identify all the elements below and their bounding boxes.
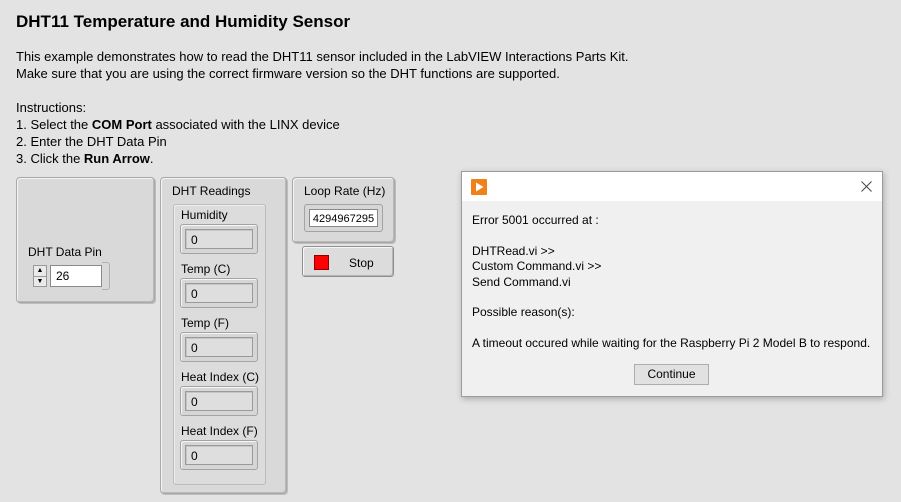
dialog-titlebar [462,172,882,201]
page-title: DHT11 Temperature and Humidity Sensor [16,12,351,31]
temp-c-indicator: 0 [180,278,258,308]
dht-pin-stepper[interactable]: ▲ ▼ [33,265,47,287]
heat-index-c-value: 0 [185,391,253,411]
temp-f-value: 0 [185,337,253,357]
error-dialog: Error 5001 occurred at : DHTRead.vi >> C… [461,171,883,397]
temp-c-value: 0 [185,283,253,303]
instruction-step-2: 2. Enter the DHT Data Pin [16,134,167,149]
step-1-prefix: 1. Select the [16,117,92,132]
instructions-heading: Instructions: [16,100,87,115]
temp-c-label: Temp (C) [181,262,231,276]
dht-pin-label: DHT Data Pin [28,245,102,259]
reason-heading: Possible reason(s): [472,305,575,319]
continue-button[interactable]: Continue [634,364,709,385]
loop-rate-panel: Loop Rate (Hz) 4294967295 [292,177,395,243]
dialog-body: Error 5001 occurred at : DHTRead.vi >> C… [472,213,870,351]
error-line: Error 5001 occurred at : [472,213,599,227]
step-3-suffix: . [149,151,154,166]
dht-pin-panel: DHT Data Pin ▲ ▼ 26 [16,177,155,303]
instruction-step-3: 3. Click the Run Arrow. [16,151,154,166]
humidity-label: Humidity [181,208,228,222]
decrement-icon[interactable]: ▼ [34,277,46,286]
stop-led-icon [314,255,329,270]
step-3-prefix: 3. Click the [16,151,84,166]
heat-index-f-value: 0 [185,445,253,465]
humidity-value: 0 [185,229,253,249]
readings-title: DHT Readings [172,184,251,198]
labview-icon [471,179,487,195]
temp-f-label: Temp (F) [181,316,229,330]
heat-index-c-indicator: 0 [180,386,258,416]
readings-cluster: Humidity 0 Temp (C) 0 Temp (F) 0 Heat In… [173,204,266,485]
humidity-indicator: 0 [180,224,258,254]
reason-text: A timeout occured while waiting for the … [472,335,871,350]
temp-f-indicator: 0 [180,332,258,362]
step-1-suffix: associated with the LINX device [151,117,340,132]
dht-pin-input[interactable]: 26 [50,265,102,287]
step-3-bold: Run Arrow [83,151,150,166]
instruction-step-1: 1. Select the COM Port associated with t… [16,117,340,132]
loop-rate-control[interactable]: 4294967295 [304,204,383,232]
heat-index-f-indicator: 0 [180,440,258,470]
description-line-1: This example demonstrates how to read th… [16,49,629,64]
call-chain-line: DHTRead.vi >> [472,243,555,258]
stop-button[interactable]: Stop [302,246,394,277]
loop-rate-input[interactable]: 4294967295 [309,209,378,227]
heat-index-f-label: Heat Index (F) [181,424,258,438]
loop-rate-label: Loop Rate (Hz) [304,184,386,198]
dht-readings-panel: DHT Readings Humidity 0 Temp (C) 0 Temp … [160,177,287,494]
dht-pin-frame [102,262,110,290]
call-chain-line: Custom Command.vi >> [472,259,602,273]
description-line-2: Make sure that you are using the correct… [16,66,560,81]
step-1-bold: COM Port [91,117,152,132]
heat-index-c-label: Heat Index (C) [181,370,260,384]
close-icon[interactable] [861,181,872,192]
increment-icon[interactable]: ▲ [34,266,46,277]
stop-button-label: Stop [349,256,374,270]
call-chain-line: Send Command.vi [472,274,571,289]
